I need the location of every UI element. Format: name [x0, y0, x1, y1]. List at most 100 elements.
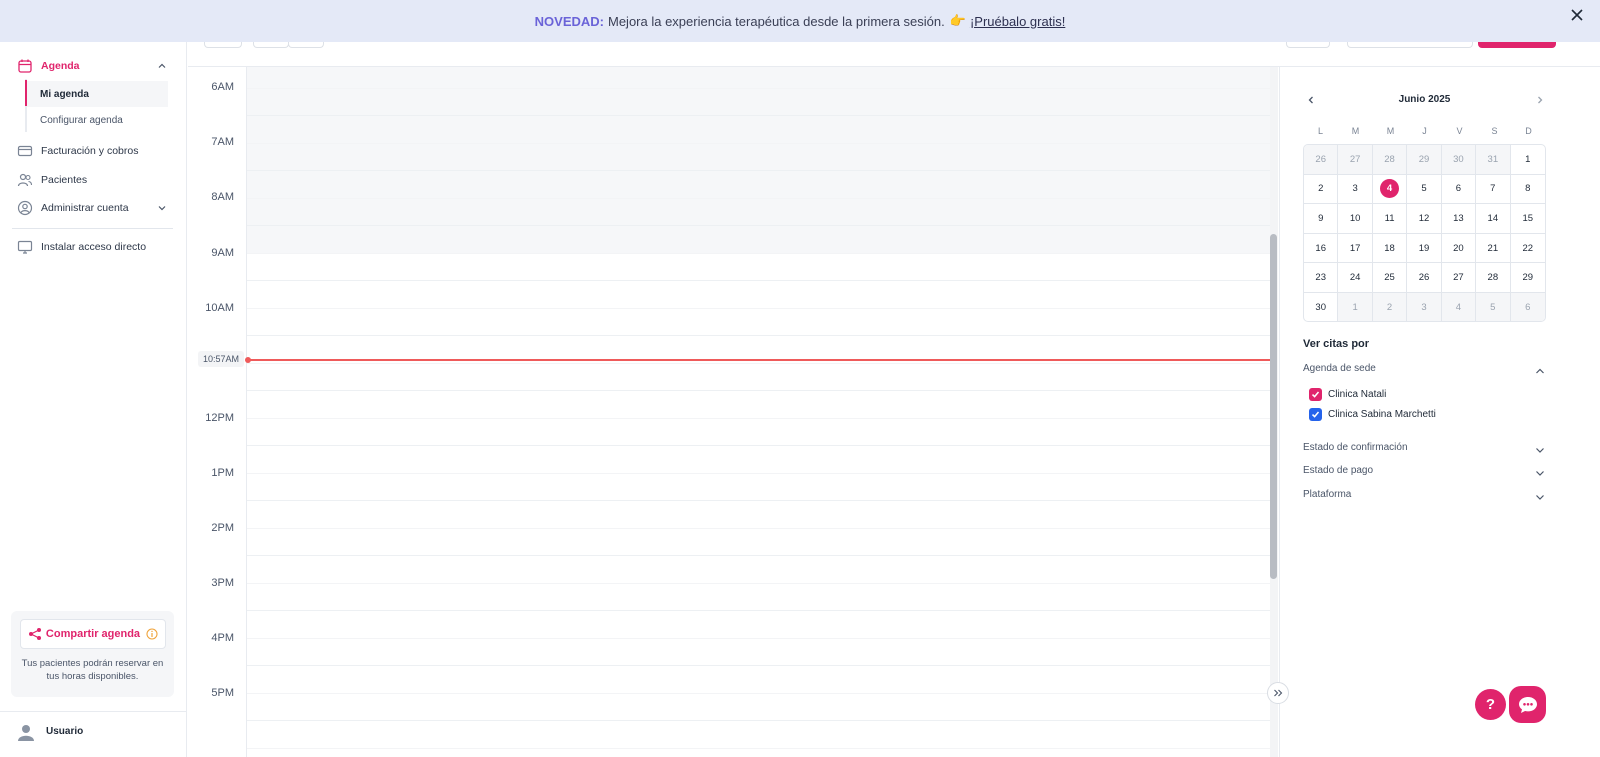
user-circle-icon — [17, 200, 33, 216]
calendar-day[interactable]: 26 — [1304, 145, 1339, 175]
slot-line — [247, 693, 1270, 694]
close-icon[interactable] — [1566, 4, 1588, 26]
slot-line — [247, 748, 1270, 749]
user-profile[interactable]: Usuario — [0, 711, 187, 757]
chevron-down-icon — [1534, 491, 1546, 503]
sidebar-item-configurar-agenda[interactable]: Configurar agenda — [27, 107, 168, 133]
calendar-day[interactable]: 5 — [1476, 292, 1511, 321]
sidebar-item-patients[interactable]: Pacientes — [0, 172, 187, 188]
hour-line — [247, 555, 1270, 556]
slot-line — [247, 418, 1270, 419]
calendar-day[interactable]: 13 — [1441, 204, 1477, 234]
collapse-panel-button[interactable] — [1267, 682, 1289, 704]
sidebar: Agenda Mi agenda Configurar agenda Factu… — [0, 42, 187, 757]
calendar-day[interactable]: 2 — [1304, 174, 1339, 205]
slot-line — [247, 143, 1270, 144]
calendar-day[interactable]: 25 — [1372, 263, 1408, 293]
calendar-day[interactable]: 30 — [1304, 292, 1339, 321]
calendar-day[interactable]: 4 — [1441, 292, 1477, 321]
scrollbar-thumb[interactable] — [1270, 234, 1277, 579]
filter-site-agenda[interactable]: Agenda de sede — [1303, 363, 1546, 379]
filter-platform[interactable]: Plataforma — [1303, 489, 1546, 505]
calendar-day[interactable]: 11 — [1372, 204, 1408, 234]
calendar-day[interactable]: 15 — [1510, 204, 1545, 234]
sidebar-item-billing[interactable]: Facturación y cobros — [0, 143, 187, 159]
calendar-day[interactable]: 28 — [1476, 263, 1511, 293]
filter-payment[interactable]: Estado de pago — [1303, 465, 1546, 481]
calendar-day[interactable]: 20 — [1441, 233, 1477, 264]
calendar-day[interactable]: 16 — [1304, 233, 1339, 264]
help-button[interactable]: ? — [1475, 689, 1506, 720]
calendar-day[interactable]: 2 — [1372, 292, 1408, 321]
calendar-day[interactable]: 29 — [1407, 145, 1442, 175]
chevron-right-icon[interactable] — [1534, 94, 1546, 106]
filter-confirmation[interactable]: Estado de confirmación — [1303, 442, 1546, 458]
calendar-day[interactable]: 8 — [1510, 175, 1545, 205]
calendar-day[interactable]: 27 — [1338, 145, 1373, 175]
calendar-day[interactable]: 3 — [1338, 174, 1373, 205]
calendar-day[interactable]: 7 — [1476, 174, 1511, 205]
calendar-day[interactable]: 21 — [1476, 233, 1511, 264]
calendar-day[interactable]: 6 — [1510, 292, 1545, 321]
sidebar-item-mi-agenda[interactable]: Mi agenda — [27, 81, 168, 107]
calendar-day[interactable]: 31 — [1476, 145, 1511, 175]
clinic-label: Clinica Sabina Marchetti — [1328, 408, 1436, 420]
hour-line — [247, 445, 1270, 446]
calendar-day[interactable]: 14 — [1476, 204, 1511, 234]
slot-line — [247, 638, 1270, 639]
weekday-label: M — [1386, 126, 1395, 136]
calendar-day[interactable]: 9 — [1304, 204, 1339, 234]
chat-button[interactable] — [1509, 686, 1546, 723]
credit-card-icon — [17, 143, 33, 159]
pointing-hand-icon: 👉 — [949, 13, 966, 28]
checkbox-checked-icon[interactable] — [1309, 407, 1322, 421]
calendar-day[interactable]: 3 — [1407, 292, 1442, 321]
checkbox-checked-icon[interactable] — [1309, 387, 1322, 401]
monitor-icon — [17, 239, 33, 255]
banner-cta-link[interactable]: ¡Pruébalo gratis! — [970, 14, 1065, 29]
sidebar-item-label: Instalar acceso directo — [41, 241, 147, 253]
slot-line — [247, 583, 1270, 584]
calendar-day[interactable]: 18 — [1372, 233, 1408, 264]
slot-line — [247, 198, 1270, 199]
slot-line — [247, 363, 1270, 364]
sidebar-item-account[interactable]: Administrar cuenta — [0, 200, 187, 216]
current-time-dot — [245, 357, 251, 363]
calendar-day-today[interactable]: 4 — [1372, 174, 1408, 205]
banner-message: Mejora la experiencia terapéutica desde … — [608, 13, 945, 29]
calendar-day[interactable]: 1 — [1510, 145, 1545, 175]
chevron-down-icon — [1534, 467, 1546, 479]
calendar-day[interactable]: 28 — [1372, 145, 1408, 175]
calendar-day[interactable]: 23 — [1304, 263, 1339, 293]
share-agenda-label: Compartir agenda — [45, 628, 141, 640]
calendar-day[interactable]: 24 — [1338, 263, 1373, 293]
calendar-day[interactable]: 26 — [1407, 263, 1442, 293]
calendar-day[interactable]: 19 — [1407, 233, 1442, 264]
clinic-checkbox-natali[interactable]: Clinica Natali — [1309, 387, 1386, 401]
calendar-day[interactable]: 30 — [1441, 145, 1477, 175]
chevron-down-icon — [1534, 444, 1546, 456]
calendar-day[interactable]: 5 — [1407, 174, 1442, 205]
hour-label: 12PM — [205, 412, 234, 424]
calendar-day[interactable]: 17 — [1338, 233, 1373, 264]
calendar-day[interactable]: 29 — [1510, 263, 1545, 293]
calendar-week: 9 10 11 12 13 14 15 — [1304, 204, 1545, 234]
calendar-day[interactable]: 12 — [1407, 204, 1442, 234]
slot-line — [247, 88, 1270, 89]
calendar-day[interactable]: 27 — [1441, 263, 1477, 293]
calendar-day[interactable]: 6 — [1441, 174, 1477, 205]
sidebar-item-install[interactable]: Instalar acceso directo — [0, 239, 187, 255]
calendar-day[interactable]: 22 — [1510, 234, 1545, 264]
info-icon[interactable] — [146, 628, 158, 640]
calendar-day[interactable]: 1 — [1338, 292, 1373, 321]
hour-line — [247, 610, 1270, 611]
sidebar-item-agenda[interactable]: Agenda — [0, 58, 187, 74]
hour-line — [247, 280, 1270, 281]
share-agenda-card: Compartir agenda Tus pacientes podrán re… — [11, 611, 174, 697]
clinic-checkbox-sabina[interactable]: Clinica Sabina Marchetti — [1309, 407, 1436, 421]
hour-line — [247, 665, 1270, 666]
share-agenda-button[interactable]: Compartir agenda — [20, 619, 166, 649]
weekday-label: J — [1422, 126, 1427, 136]
day-column[interactable] — [245, 67, 1270, 757]
calendar-day[interactable]: 10 — [1338, 204, 1373, 234]
